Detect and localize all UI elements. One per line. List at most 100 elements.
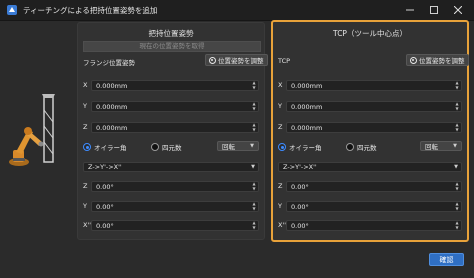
field-value: 0.000mm [291, 124, 323, 132]
euler-convention-select[interactable]: Z->Y'->X'' ▼ [278, 162, 462, 172]
field-value: 0.00° [291, 183, 309, 191]
quaternion-radio[interactable]: 四元数 [151, 142, 182, 152]
spin-down-icon[interactable]: ▼ [252, 207, 255, 211]
adjust-pose-label: 位置姿勢を調整 [218, 57, 264, 65]
radio-label: オイラー角 [94, 144, 127, 152]
position-z-input[interactable]: 0.000mm ▲ ▼ [91, 122, 259, 133]
spinner[interactable]: ▲ ▼ [251, 81, 257, 90]
field-value: 0.000mm [96, 82, 128, 90]
position-x-input[interactable]: 0.000mm ▲ ▼ [91, 80, 259, 91]
spin-down-icon[interactable]: ▼ [455, 128, 458, 132]
close-icon[interactable] [446, 0, 470, 20]
adjust-pose-label: 位置姿勢を調整 [419, 57, 465, 65]
chevron-down-icon: ▼ [454, 164, 458, 170]
robot-illustration [9, 94, 55, 166]
spin-down-icon[interactable]: ▼ [252, 187, 255, 191]
position-y-input[interactable]: 0.000mm ▲ ▼ [91, 101, 259, 112]
spin-down-icon[interactable]: ▼ [455, 107, 458, 111]
position-x-row: X 0.000mm ▲ ▼ [273, 80, 467, 92]
field-value: 0.00° [96, 183, 114, 191]
rotate-label: 回転 [425, 143, 438, 151]
rotation-x-input[interactable]: 0.00° ▲ ▼ [286, 220, 462, 231]
flange-pose-label: フランジ位置姿勢 [83, 59, 135, 67]
adjust-pose-button[interactable]: 位置姿勢を調整 [205, 54, 268, 66]
rotation-x-input[interactable]: 0.00° ▲ ▼ [91, 220, 259, 231]
confirm-button[interactable]: 確認 [429, 253, 464, 266]
gear-icon [410, 56, 417, 64]
rotation-y-row: Y 0.00° ▲ ▼ [78, 201, 264, 213]
euler-convention-select[interactable]: Z->Y'->X'' ▼ [83, 162, 259, 172]
get-current-pose-button[interactable]: 現在の位置姿勢を取得 [83, 41, 261, 52]
position-y-input[interactable]: 0.000mm ▲ ▼ [286, 101, 462, 112]
radio-selected-icon [83, 143, 91, 151]
rotation-x-row: X'' 0.00° ▲ ▼ [273, 220, 467, 232]
position-z-input[interactable]: 0.000mm ▲ ▼ [286, 122, 462, 133]
position-x-row: X 0.000mm ▲ ▼ [78, 80, 264, 92]
radio-unselected-icon [151, 143, 159, 151]
spin-down-icon[interactable]: ▼ [455, 187, 458, 191]
rotation-z-input[interactable]: 0.00° ▲ ▼ [91, 181, 259, 192]
spinner[interactable]: ▲ ▼ [454, 123, 460, 132]
spin-down-icon[interactable]: ▼ [455, 86, 458, 90]
spinner[interactable]: ▲ ▼ [251, 221, 257, 230]
radio-label: オイラー角 [289, 144, 322, 152]
position-x-input[interactable]: 0.000mm ▲ ▼ [286, 80, 462, 91]
spin-down-icon[interactable]: ▼ [455, 226, 458, 230]
tcp-panel: TCP（ツール中心点） TCP 位置姿勢を調整 X 0.000mm ▲ ▼ Y 0… [271, 20, 469, 242]
spinner[interactable]: ▲ ▼ [251, 202, 257, 211]
rotation-z-input[interactable]: 0.00° ▲ ▼ [286, 181, 462, 192]
radio-selected-icon [278, 143, 286, 151]
spin-down-icon[interactable]: ▼ [252, 226, 255, 230]
radio-label: 四元数 [357, 144, 377, 152]
rotation-x-row: X'' 0.00° ▲ ▼ [78, 220, 264, 232]
chevron-down-icon: ▼ [250, 143, 254, 149]
title-bar: ティーチングによる把持位置姿勢を追加 [0, 0, 474, 21]
spinner[interactable]: ▲ ▼ [251, 102, 257, 111]
spin-down-icon[interactable]: ▼ [252, 86, 255, 90]
minimize-icon[interactable] [398, 0, 422, 20]
spinner[interactable]: ▲ ▼ [454, 102, 460, 111]
spin-down-icon[interactable]: ▼ [252, 107, 255, 111]
spin-down-icon[interactable]: ▼ [252, 128, 255, 132]
field-value: 0.00° [291, 222, 309, 230]
field-value: 0.00° [291, 203, 309, 211]
position-z-row: Z 0.000mm ▲ ▼ [78, 122, 264, 134]
spin-down-icon[interactable]: ▼ [455, 207, 458, 211]
adjust-pose-button[interactable]: 位置姿勢を調整 [406, 54, 469, 66]
grasp-pose-panel: 把持位置姿勢 現在の位置姿勢を取得 フランジ位置姿勢 位置姿勢を調整 X 0.0… [77, 22, 268, 240]
quaternion-radio[interactable]: 四元数 [346, 142, 377, 152]
rotate-dropdown[interactable]: 回転 ▼ [217, 141, 259, 151]
spinner[interactable]: ▲ ▼ [454, 81, 460, 90]
spinner[interactable]: ▲ ▼ [454, 182, 460, 191]
euler-radio[interactable]: オイラー角 [83, 142, 127, 152]
position-z-row: Z 0.000mm ▲ ▼ [273, 122, 467, 134]
position-y-row: Y 0.000mm ▲ ▼ [273, 101, 467, 113]
position-y-row: Y 0.000mm ▲ ▼ [78, 101, 264, 113]
rotation-y-input[interactable]: 0.00° ▲ ▼ [91, 201, 259, 212]
field-value: 0.000mm [96, 124, 128, 132]
spinner[interactable]: ▲ ▼ [454, 221, 460, 230]
gear-icon [209, 56, 216, 64]
select-value: Z->Y'->X'' [283, 163, 317, 171]
field-value: 0.000mm [291, 103, 323, 111]
field-value: 0.000mm [291, 82, 323, 90]
euler-radio[interactable]: オイラー角 [278, 142, 322, 152]
tcp-label: TCP [278, 57, 291, 65]
spinner[interactable]: ▲ ▼ [454, 202, 460, 211]
select-value: Z->Y'->X'' [88, 163, 122, 171]
rotation-z-row: Z 0.00° ▲ ▼ [78, 181, 264, 193]
panel-title: 把持位置姿勢 [148, 29, 194, 38]
rotation-z-row: Z 0.00° ▲ ▼ [273, 181, 467, 193]
field-value: 0.00° [96, 203, 114, 211]
app-logo-icon [6, 4, 18, 16]
rotation-y-row: Y 0.00° ▲ ▼ [273, 201, 467, 213]
chevron-down-icon: ▼ [453, 143, 457, 149]
spinner[interactable]: ▲ ▼ [251, 182, 257, 191]
rotate-dropdown[interactable]: 回転 ▼ [420, 141, 462, 151]
radio-unselected-icon [346, 143, 354, 151]
field-value: 0.000mm [96, 103, 128, 111]
maximize-icon[interactable] [422, 0, 446, 20]
rotation-y-input[interactable]: 0.00° ▲ ▼ [286, 201, 462, 212]
spinner[interactable]: ▲ ▼ [251, 123, 257, 132]
window-title: ティーチングによる把持位置姿勢を追加 [23, 5, 158, 15]
